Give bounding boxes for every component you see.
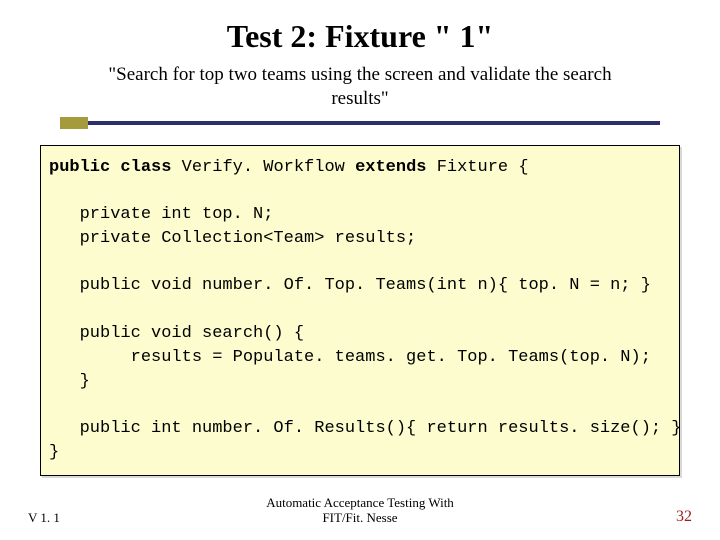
code-line: private int top. N; <box>49 205 273 224</box>
footer-center: Automatic Acceptance Testing With FIT/Fi… <box>0 495 720 526</box>
slide-title: Test 2: Fixture " 1" <box>40 18 680 55</box>
code-keyword: extends <box>355 158 426 177</box>
slide: Test 2: Fixture " 1" "Search for top two… <box>0 0 720 540</box>
footer-center-line1: Automatic Acceptance Testing With <box>266 495 454 510</box>
footer-center-line2: FIT/Fit. Nesse <box>322 510 397 525</box>
slide-subtitle: "Search for top two teams using the scre… <box>100 63 620 111</box>
footer-page-number: 32 <box>676 508 692 526</box>
title-rule <box>60 121 660 127</box>
code-line: public int number. Of. Results(){ return… <box>49 419 680 438</box>
rule-line <box>60 121 660 125</box>
code-text: Verify. Workflow <box>171 158 355 177</box>
code-line: results = Populate. teams. get. Top. Tea… <box>49 348 651 367</box>
code-line: } <box>49 443 59 462</box>
code-keyword: public <box>49 158 110 177</box>
code-block: public class Verify. Workflow extends Fi… <box>40 145 680 476</box>
code-text: Fixture { <box>427 158 529 177</box>
code-line: public void search() { <box>49 324 304 343</box>
rule-accent-box <box>60 117 88 129</box>
code-line: private Collection<Team> results; <box>49 229 416 248</box>
code-keyword: class <box>110 158 171 177</box>
code-line: public void number. Of. Top. Teams(int n… <box>49 276 651 295</box>
code-line: } <box>49 372 90 391</box>
